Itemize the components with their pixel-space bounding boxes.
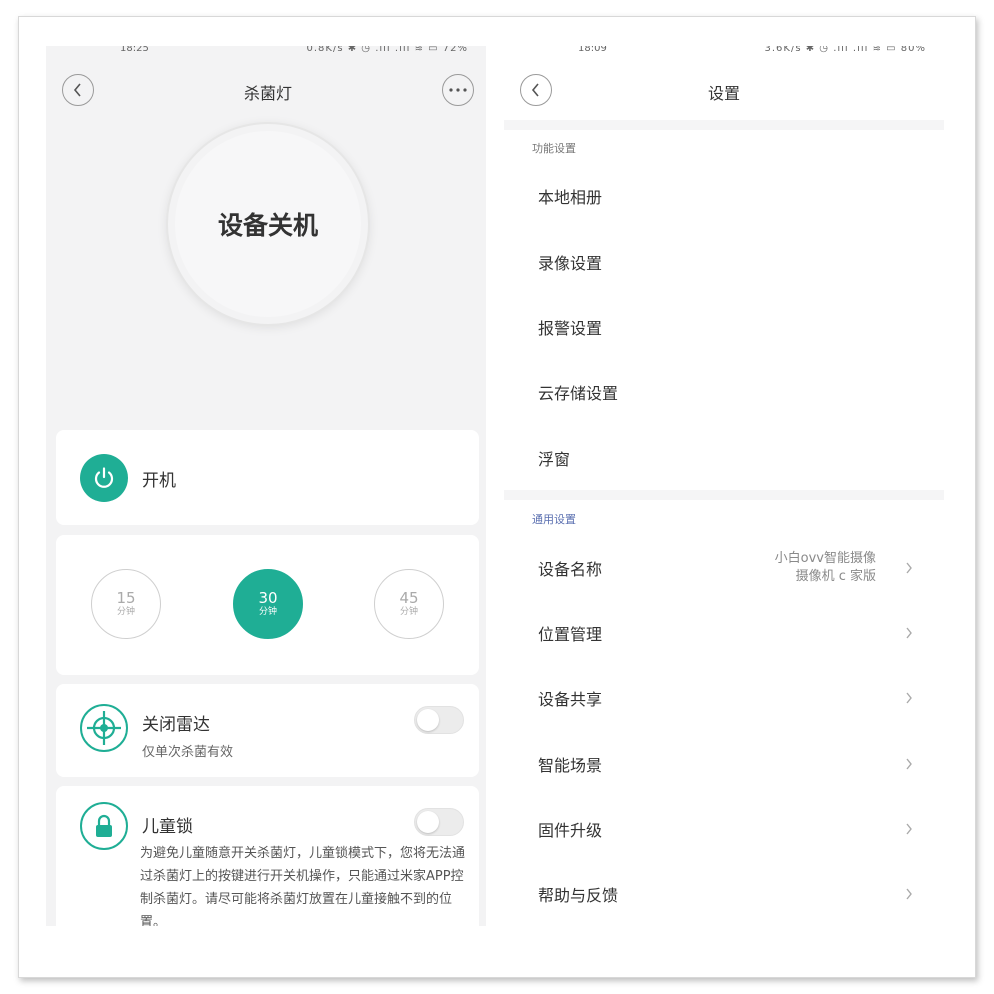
page-title: 设置 [708, 84, 741, 103]
settings-row-help-feedback[interactable]: 帮助与反馈 [504, 864, 944, 924]
settings-row-floating-window[interactable]: 浮窗 [504, 428, 944, 488]
timer-15-button[interactable]: 15 分钟 [91, 569, 161, 639]
back-button[interactable] [520, 74, 552, 106]
child-lock-description: 为避免儿童随意开关杀菌灯，儿童锁模式下，您将无法通过杀菌灯上的按键进行开关机操作… [140, 846, 466, 926]
chevron-right-icon [906, 823, 912, 835]
back-button[interactable] [62, 74, 94, 106]
timer-unit: 分钟 [399, 607, 418, 617]
status-time: 18:09 [578, 46, 607, 54]
settings-row-smart-scene[interactable]: 智能场景 [504, 734, 944, 794]
radar-label: 关闭雷达 [142, 715, 210, 735]
chevron-right-icon [906, 692, 912, 704]
settings-row-recording[interactable]: 录像设置 [504, 232, 944, 292]
timer-value: 30 [258, 589, 278, 607]
row-label: 录像设置 [538, 254, 603, 273]
status-bar: 18:09 3.6K/s ✱ ◷ .ıll .ıll ≋ ▭ 80% [504, 46, 944, 56]
row-label: 位置管理 [538, 625, 603, 644]
timer-value: 15 [116, 589, 136, 607]
timer-unit: 分钟 [116, 607, 135, 617]
settings-row-device-share[interactable]: 设备共享 [504, 668, 944, 728]
settings-row-firmware[interactable]: 固件升级 [504, 799, 944, 859]
row-label: 报警设置 [538, 319, 603, 338]
page-title: 杀菌灯 [244, 84, 293, 103]
power-state-dial[interactable]: 设备关机 [166, 122, 370, 326]
row-label: 设备名称 [538, 560, 603, 579]
more-button[interactable] [442, 74, 474, 106]
timer-unit: 分钟 [258, 607, 277, 617]
status-indicators: 3.6K/s ✱ ◷ .ıll .ıll ≋ ▭ 80% [764, 46, 926, 54]
power-on-label: 开机 [142, 471, 176, 491]
row-label: 设备共享 [538, 690, 603, 709]
device-name-value-line2: 摄像机 c 家版 [795, 569, 876, 584]
chevron-left-icon [531, 83, 539, 97]
chevron-right-icon [906, 758, 912, 770]
more-dots-icon [449, 88, 467, 92]
power-state-text: 设备关机 [175, 131, 361, 317]
child-lock-label: 儿童锁 [142, 817, 193, 837]
settings-row-local-album[interactable]: 本地相册 [504, 166, 944, 226]
row-label: 本地相册 [538, 188, 603, 207]
section-divider [504, 120, 944, 130]
status-bar: 18:25 0.8K/s ✱ ◷ .ıll .ıll ≋ ▭ 72% [46, 46, 486, 56]
row-label: 浮窗 [538, 450, 571, 469]
device-name-value: 小白ovv智能摄像 摄像机 c 家版 [775, 550, 876, 586]
radar-toggle[interactable] [414, 706, 464, 734]
chevron-left-icon [73, 83, 81, 97]
status-indicators: 0.8K/s ✱ ◷ .ıll .ıll ≋ ▭ 72% [306, 46, 468, 54]
chevron-right-icon [906, 888, 912, 900]
row-label: 固件升级 [538, 821, 603, 840]
section-header-general: 通用设置 [532, 513, 576, 526]
child-lock-toggle[interactable] [414, 808, 464, 836]
toggle-knob [417, 811, 439, 833]
row-label: 帮助与反馈 [538, 886, 619, 905]
section-divider [504, 490, 944, 500]
lock-icon [80, 802, 128, 850]
power-button[interactable] [80, 454, 128, 502]
settings-row-cloud-storage[interactable]: 云存储设置 [504, 362, 944, 422]
settings-row-device-name[interactable]: 设备名称 小白ovv智能摄像 摄像机 c 家版 [504, 538, 944, 598]
row-label: 智能场景 [538, 756, 603, 775]
timer-card: 15 分钟 30 分钟 45 分钟 [56, 535, 479, 675]
row-label: 云存储设置 [538, 384, 619, 403]
power-icon [94, 467, 114, 488]
radar-sublabel: 仅单次杀菌有效 [142, 745, 234, 760]
timer-value: 45 [399, 589, 419, 607]
status-time: 18:25 [120, 46, 149, 54]
power-on-card[interactable]: 开机 [56, 430, 479, 525]
child-lock-card: 儿童锁 为避免儿童随意开关杀菌灯，儿童锁模式下，您将无法通过杀菌灯上的按键进行开… [56, 786, 479, 926]
radar-icon [80, 704, 128, 752]
section-header-functions: 功能设置 [532, 142, 576, 155]
sterilizer-lamp-screen: 18:25 0.8K/s ✱ ◷ .ıll .ıll ≋ ▭ 72% 杀菌灯 设… [46, 46, 486, 926]
timer-45-button[interactable]: 45 分钟 [374, 569, 444, 639]
device-name-value-line1: 小白ovv智能摄像 [774, 551, 876, 566]
toggle-knob [417, 709, 439, 731]
chevron-right-icon [906, 627, 912, 639]
radar-card: 关闭雷达 仅单次杀菌有效 [56, 684, 479, 777]
settings-row-alarm[interactable]: 报警设置 [504, 297, 944, 357]
settings-screen: 18:09 3.6K/s ✱ ◷ .ıll .ıll ≋ ▭ 80% 设置 功能… [504, 46, 944, 926]
settings-row-location[interactable]: 位置管理 [504, 603, 944, 663]
chevron-right-icon [906, 562, 912, 574]
timer-30-button[interactable]: 30 分钟 [233, 569, 303, 639]
